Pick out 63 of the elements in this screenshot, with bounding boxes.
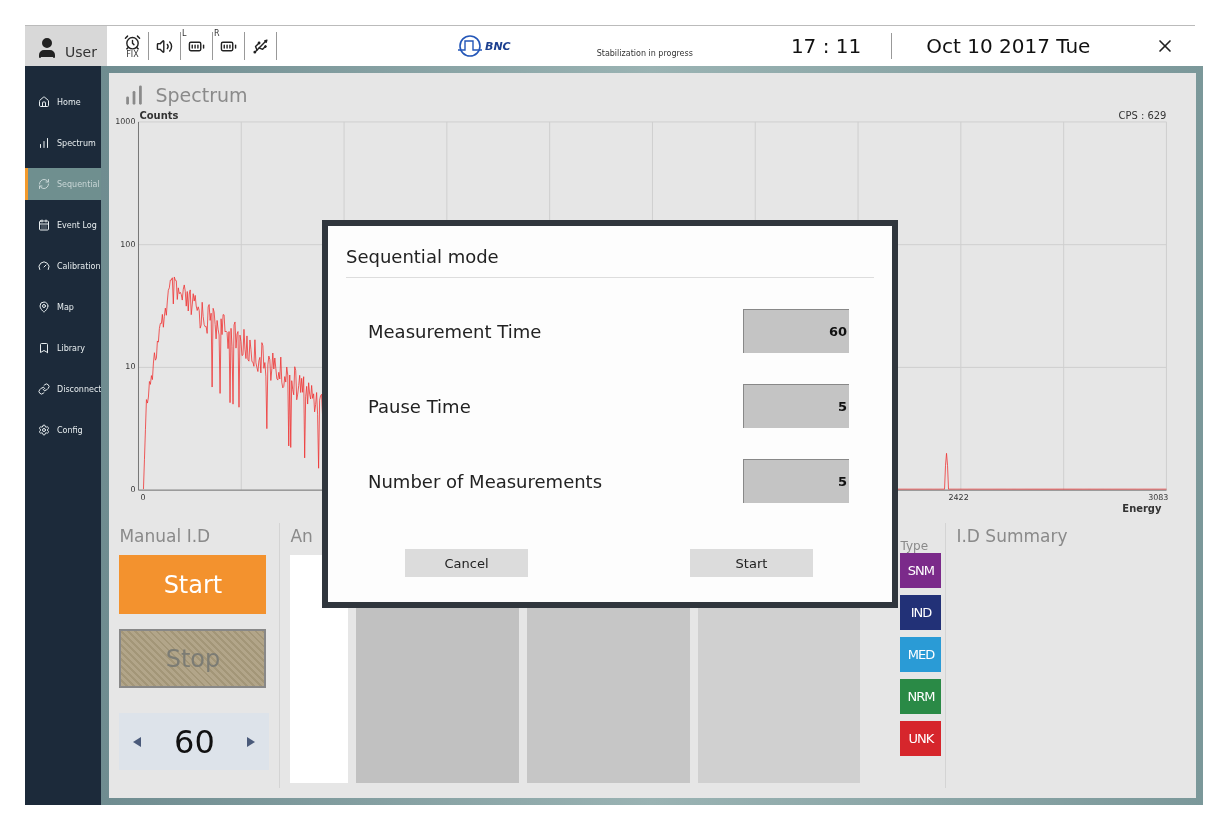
right-triangle-icon bbox=[247, 736, 256, 747]
user-name: User bbox=[65, 44, 97, 60]
field-label: Number of Measurements bbox=[368, 470, 603, 492]
clock-time: 17 : 11 bbox=[790, 34, 862, 58]
refresh-icon bbox=[38, 178, 50, 190]
duration-value: 60 bbox=[174, 722, 215, 761]
left-triangle-icon bbox=[133, 736, 142, 747]
pulse-circle-icon bbox=[457, 34, 483, 58]
x-tick-label: 2422 bbox=[948, 493, 970, 503]
page-title: Spectrum bbox=[155, 83, 248, 106]
type-badge: SNM bbox=[900, 553, 942, 588]
home-icon bbox=[38, 96, 50, 108]
input-field[interactable]: 60 bbox=[743, 309, 849, 353]
y-tick-label: 1000 bbox=[115, 116, 136, 126]
speaker-icon bbox=[156, 37, 173, 55]
y-tick-label: 100 bbox=[120, 239, 136, 249]
status-text: Stabilization in progress bbox=[596, 48, 693, 58]
settings-icon bbox=[38, 424, 50, 436]
user-area[interactable]: User bbox=[25, 26, 107, 66]
x-tick-label: 0 bbox=[140, 493, 146, 503]
sidebar-item[interactable]: Library bbox=[25, 332, 102, 364]
gauge-icon bbox=[38, 260, 50, 272]
section-title: An bbox=[290, 525, 314, 548]
date-text: Oct 10 2017 Tue bbox=[926, 34, 1091, 58]
section-title: I.D Summary bbox=[956, 525, 1069, 548]
dialog-title: Sequential mode bbox=[346, 226, 874, 278]
y-tick-label: 10 bbox=[125, 362, 136, 372]
calendar-icon bbox=[38, 219, 50, 231]
x-tick-label: 3083 bbox=[1148, 493, 1169, 503]
sidebar-item[interactable]: Calibration bbox=[25, 250, 102, 282]
section-title: Manual I.D bbox=[119, 525, 212, 548]
bookmark-icon bbox=[38, 342, 50, 354]
duration-stepper[interactable]: 60 bbox=[119, 713, 270, 770]
battery-side-label: R bbox=[214, 30, 220, 38]
type-badge: NRM bbox=[900, 679, 942, 714]
alarm-label: FIX bbox=[126, 50, 139, 59]
sidebar-item[interactable]: Config bbox=[25, 414, 102, 446]
sidebar-item[interactable]: Home bbox=[25, 86, 102, 118]
usb-icon bbox=[252, 37, 269, 55]
type-badge: MED bbox=[900, 637, 942, 672]
start-button[interactable]: Start bbox=[690, 549, 813, 577]
section-title: Type bbox=[899, 538, 929, 553]
input-field[interactable]: 5 bbox=[743, 384, 849, 428]
cancel-button[interactable]: Cancel bbox=[405, 549, 528, 577]
y-axis-title: Counts bbox=[139, 110, 179, 121]
logo-text: BNC bbox=[485, 39, 511, 53]
cps-reading: CPS : 629 bbox=[1119, 110, 1167, 121]
sidebar-item[interactable]: Event Log bbox=[25, 209, 102, 241]
alarm-clock-icon bbox=[124, 33, 141, 51]
type-badge: UNK bbox=[900, 721, 942, 756]
input-field[interactable]: 5 bbox=[743, 459, 849, 503]
bar-chart-icon bbox=[38, 137, 50, 149]
battery-side-label: L bbox=[182, 30, 187, 38]
sidebar-item[interactable]: Spectrum bbox=[25, 127, 102, 159]
x-axis-title: Energy bbox=[1122, 503, 1162, 515]
sidebar-item[interactable]: Map bbox=[25, 291, 102, 323]
sidebar-item[interactable]: Disconnect bbox=[25, 373, 102, 405]
y-tick-label: 0 bbox=[130, 485, 136, 495]
type-badge: IND bbox=[900, 595, 942, 630]
field-label: Measurement Time bbox=[368, 320, 542, 342]
map-pin-icon bbox=[38, 301, 50, 313]
field-label: Pause Time bbox=[368, 395, 471, 417]
link-icon bbox=[38, 383, 50, 395]
